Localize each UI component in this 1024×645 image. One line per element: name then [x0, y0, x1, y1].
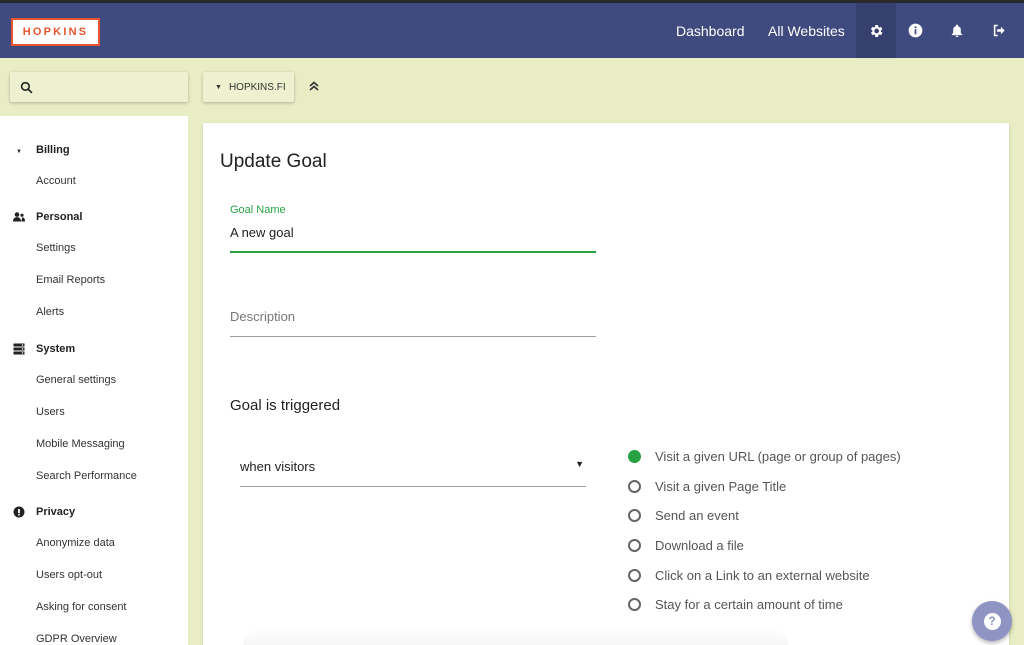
help-button[interactable]: ? — [972, 601, 1012, 641]
radio-unselected-icon — [628, 597, 641, 611]
page-title: Update Goal — [220, 151, 327, 172]
radio-unselected-icon — [628, 568, 641, 582]
dropdown-arrow-icon: ▼ — [575, 459, 584, 469]
sidebar-item-email-reports[interactable]: Email Reports — [36, 274, 105, 286]
sidebar-section-label: Privacy — [36, 506, 76, 518]
trigger-select[interactable]: when visitors ▼ — [240, 453, 586, 487]
privacy-icon — [12, 505, 26, 519]
sidebar-section-label: Personal — [36, 211, 83, 223]
radio-unselected-icon — [628, 508, 641, 522]
radio-unselected-icon — [628, 538, 641, 552]
radio-label: Visit a given Page Title — [655, 478, 787, 494]
info-button[interactable] — [895, 3, 935, 58]
sidebar-item-settings[interactable]: Settings — [36, 242, 76, 254]
radio-visit-url[interactable]: Visit a given URL (page or group of page… — [628, 446, 901, 466]
logout-button[interactable] — [979, 3, 1019, 58]
radio-selected-icon — [628, 449, 641, 463]
bell-icon — [951, 24, 963, 38]
radio-label: Click on a Link to an external website — [655, 567, 870, 583]
top-navigation-bar: HOPKINS Dashboard All Websites — [0, 0, 1024, 58]
description-underline — [230, 336, 596, 337]
sidebar-item-general-settings[interactable]: General settings — [36, 374, 116, 386]
caret-down-icon: ▼ — [16, 149, 22, 155]
search-icon — [20, 81, 33, 93]
logout-icon — [993, 24, 1005, 37]
radio-label: Visit a given URL (page or group of page… — [655, 448, 901, 464]
sidebar-item-asking-for-consent[interactable]: Asking for consent — [36, 601, 127, 613]
hopkins-logo[interactable]: HOPKINS — [11, 18, 100, 46]
radio-click-external-link[interactable]: Click on a Link to an external website — [628, 565, 870, 585]
radio-stay-time[interactable]: Stay for a certain amount of time — [628, 594, 843, 614]
nav-dashboard-link[interactable]: Dashboard — [676, 23, 745, 39]
radio-label: Download a file — [655, 537, 744, 553]
sidebar-item-anonymize-data[interactable]: Anonymize data — [36, 537, 115, 549]
nav-all-websites-link[interactable]: All Websites — [768, 23, 845, 39]
info-icon — [908, 23, 922, 38]
gear-icon — [870, 24, 883, 37]
sidebar-item-users-opt-out[interactable]: Users opt-out — [36, 569, 102, 581]
double-chevron-up-icon — [309, 81, 319, 91]
sidebar-section-label: Billing — [36, 144, 70, 156]
sidebar-item-users[interactable]: Users — [36, 406, 65, 418]
radio-label: Send an event — [655, 507, 739, 523]
sidebar: ▼ Billing Account Personal Settings Emai… — [0, 116, 188, 645]
settings-button[interactable] — [856, 3, 896, 58]
sidebar-item-alerts[interactable]: Alerts — [36, 306, 64, 318]
search-input[interactable] — [10, 72, 188, 102]
goal-name-label: Goal Name — [230, 204, 286, 216]
update-goal-card: Update Goal Goal Name A new goal Descrip… — [203, 123, 1009, 645]
sidebar-item-mobile-messaging[interactable]: Mobile Messaging — [36, 438, 125, 450]
collapse-header-button[interactable] — [306, 78, 322, 94]
users-icon — [12, 210, 26, 224]
logo-text: HOPKINS — [22, 26, 89, 38]
dropdown-shadow-fragment — [243, 628, 788, 645]
sidebar-section-label: System — [36, 343, 76, 355]
goal-trigger-heading: Goal is triggered — [230, 397, 341, 414]
site-selector-label: HOPKINS.FI — [228, 81, 286, 93]
server-icon — [12, 342, 26, 356]
sidebar-item-account[interactable]: Account — [36, 175, 76, 187]
radio-visit-page-title[interactable]: Visit a given Page Title — [628, 476, 786, 496]
radio-download-file[interactable]: Download a file — [628, 535, 744, 555]
goal-name-input[interactable]: A new goal — [230, 225, 294, 240]
radio-label: Stay for a certain amount of time — [655, 596, 843, 612]
notifications-button[interactable] — [937, 3, 977, 58]
radio-unselected-icon — [628, 479, 641, 493]
trigger-select-value: when visitors — [240, 459, 316, 474]
site-selector[interactable]: ▼ HOPKINS.FI — [203, 72, 294, 102]
caret-down-icon: ▼ — [215, 83, 222, 91]
radio-send-event[interactable]: Send an event — [628, 505, 739, 525]
goal-name-underline — [230, 251, 596, 253]
sidebar-item-gdpr-overview[interactable]: GDPR Overview — [36, 633, 117, 645]
help-icon: ? — [983, 612, 1001, 630]
description-input[interactable]: Description — [230, 309, 295, 324]
sidebar-item-search-performance[interactable]: Search Performance — [36, 470, 137, 482]
